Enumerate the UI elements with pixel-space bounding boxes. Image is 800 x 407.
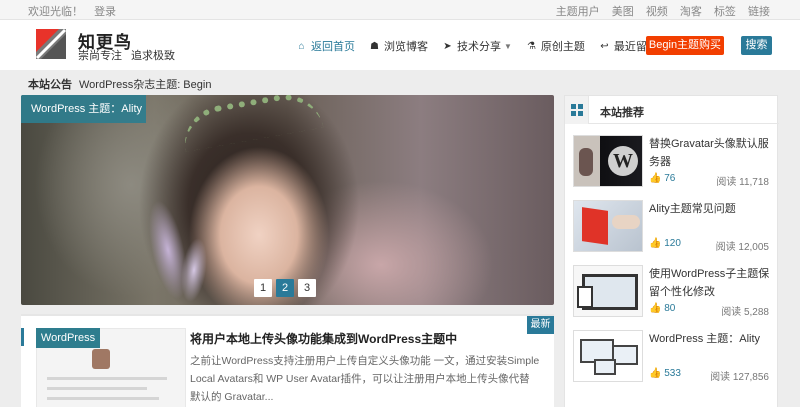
nav-item-blog[interactable]: ☗ 浏览博客: [369, 38, 428, 54]
top-link-links[interactable]: 链接: [748, 6, 770, 18]
featured-slider[interactable]: WordPress 主题：Ality 1 2 3: [21, 95, 554, 305]
like-count-value: 80: [664, 303, 676, 314]
paper-plane-icon: ➤: [443, 40, 452, 52]
post-title[interactable]: 将用户本地上传头像功能集成到WordPress主题中: [190, 330, 457, 347]
list-item[interactable]: W 替换Gravatar头像默认服务器 👍 76 阅读 11,718: [573, 135, 773, 195]
nav-item-tech[interactable]: ➤ 技术分享 ▼: [442, 38, 512, 54]
top-link-taoke[interactable]: 淘客: [680, 6, 702, 18]
item-thumbnail[interactable]: [573, 330, 643, 382]
sitemap-icon: ☗: [370, 40, 379, 52]
read-count: 阅读 127,856: [710, 372, 769, 383]
top-link-videos[interactable]: 视频: [646, 6, 668, 18]
list-item[interactable]: WordPress 主题：Ality 👍 533 阅读 127,856: [573, 330, 773, 390]
like-count[interactable]: 👍 76: [649, 173, 675, 184]
thumb-line: [47, 377, 167, 380]
thumb-figure: [612, 215, 640, 229]
slider-pagination: 1 2 3: [254, 279, 320, 297]
post-category[interactable]: WordPress: [36, 328, 100, 348]
like-count-value: 76: [664, 173, 676, 184]
list-item[interactable]: 使用WordPress子主题保留个性化修改 👍 80 阅读 5,288: [573, 265, 773, 325]
notice-text[interactable]: WordPress杂志主题: Begin: [79, 79, 211, 91]
nav-item-themes[interactable]: ⚗ 原创主题: [526, 38, 585, 54]
thumb-line: [47, 387, 147, 390]
slider-page-2[interactable]: 2: [276, 279, 294, 297]
top-bar-left: 欢迎光临！ 登录: [28, 3, 124, 19]
grid-icon: [565, 96, 589, 124]
flask-icon: ⚗: [526, 40, 536, 52]
item-thumbnail[interactable]: [573, 200, 643, 252]
nav-item-home[interactable]: ⌂ 返回首页: [296, 38, 355, 54]
read-count: 阅读 12,005: [715, 242, 769, 253]
item-title[interactable]: WordPress 主题：Ality: [649, 330, 773, 348]
caret-down-icon: ▼: [504, 41, 512, 51]
top-link-users[interactable]: 主题用户: [556, 6, 600, 18]
widget-title: 本站推荐: [600, 107, 644, 119]
like-count-value: 120: [664, 238, 681, 249]
recommended-widget: 本站推荐 W 替换Gravatar头像默认服务器 👍 76 阅读 11,718 …: [564, 95, 779, 407]
thumb-figure: [577, 286, 593, 308]
wordpress-logo-icon: W: [608, 146, 638, 176]
read-count: 阅读 5,288: [721, 307, 769, 318]
list-item[interactable]: Ality主题常见问题 👍 120 阅读 12,005: [573, 200, 773, 260]
slide-decoration: [178, 95, 324, 152]
buy-theme-button[interactable]: Begin主题购买: [646, 36, 724, 55]
top-bar: 欢迎光临！ 登录 主题用户 美图 视频 淘客 标签 链接: [0, 0, 800, 20]
item-title[interactable]: 使用WordPress子主题保留个性化修改: [649, 265, 773, 301]
nav-item-label: 原创主题: [540, 41, 585, 53]
item-thumbnail[interactable]: [573, 265, 643, 317]
site-header: 知更鸟 崇尚专注 追求极致 ⌂ 返回首页 ☗ 浏览博客 ➤ 技术分享 ▼ ⚗ 原…: [0, 20, 800, 70]
thumb-line: [47, 397, 159, 400]
avatar: [92, 349, 110, 369]
post-excerpt: 之前让WordPress支持注册用户上传自定义头像功能 一文，通过安装Simpl…: [190, 355, 540, 403]
nav-item-label: 返回首页: [311, 41, 355, 53]
top-link-pictures[interactable]: 美图: [612, 6, 634, 18]
like-count[interactable]: 👍 80: [649, 303, 675, 314]
nav-item-label: 技术分享: [457, 41, 501, 53]
top-link-tags[interactable]: 标签: [714, 6, 736, 18]
nav-item-label: 浏览博客: [384, 41, 428, 53]
item-title[interactable]: 替换Gravatar头像默认服务器: [649, 135, 773, 171]
thumb-figure: [594, 359, 616, 375]
slider-page-3[interactable]: 3: [298, 279, 316, 297]
item-thumbnail[interactable]: W: [573, 135, 643, 187]
site-slogan: 崇尚专注 追求极致: [78, 50, 176, 62]
site-logo[interactable]: [35, 28, 67, 60]
read-count: 阅读 11,718: [716, 177, 769, 188]
site-notice: 本站公告 WordPress杂志主题: Begin: [28, 76, 211, 92]
thumb-figure: [582, 207, 608, 245]
like-count[interactable]: 👍 120: [649, 238, 681, 249]
like-count-value: 533: [664, 368, 681, 379]
slider-page-1[interactable]: 1: [254, 279, 272, 297]
home-icon: ⌂: [298, 40, 305, 52]
notice-label: 本站公告: [28, 79, 72, 91]
like-count[interactable]: 👍 533: [649, 368, 681, 379]
search-button[interactable]: 搜索: [741, 36, 772, 55]
reply-icon: ↩: [600, 40, 609, 52]
top-bar-links: 主题用户 美图 视频 淘客 标签 链接: [547, 3, 770, 19]
post-card: WordPress 最新 将用户本地上传头像功能集成到WordPress主题中 …: [21, 314, 554, 407]
new-badge: 最新: [527, 316, 554, 334]
post-accent-bar: [21, 328, 24, 346]
widget-header: 本站推荐: [565, 96, 779, 124]
item-title[interactable]: Ality主题常见问题: [649, 200, 773, 218]
slide-caption[interactable]: WordPress 主题：Ality: [21, 95, 146, 123]
main-nav: ⌂ 返回首页 ☗ 浏览博客 ➤ 技术分享 ▼ ⚗ 原创主题 ↩ 最近留言: [296, 38, 672, 54]
login-link[interactable]: 登录: [94, 6, 116, 18]
thumb-figure: [579, 148, 593, 176]
welcome-text: 欢迎光临！: [28, 6, 83, 18]
